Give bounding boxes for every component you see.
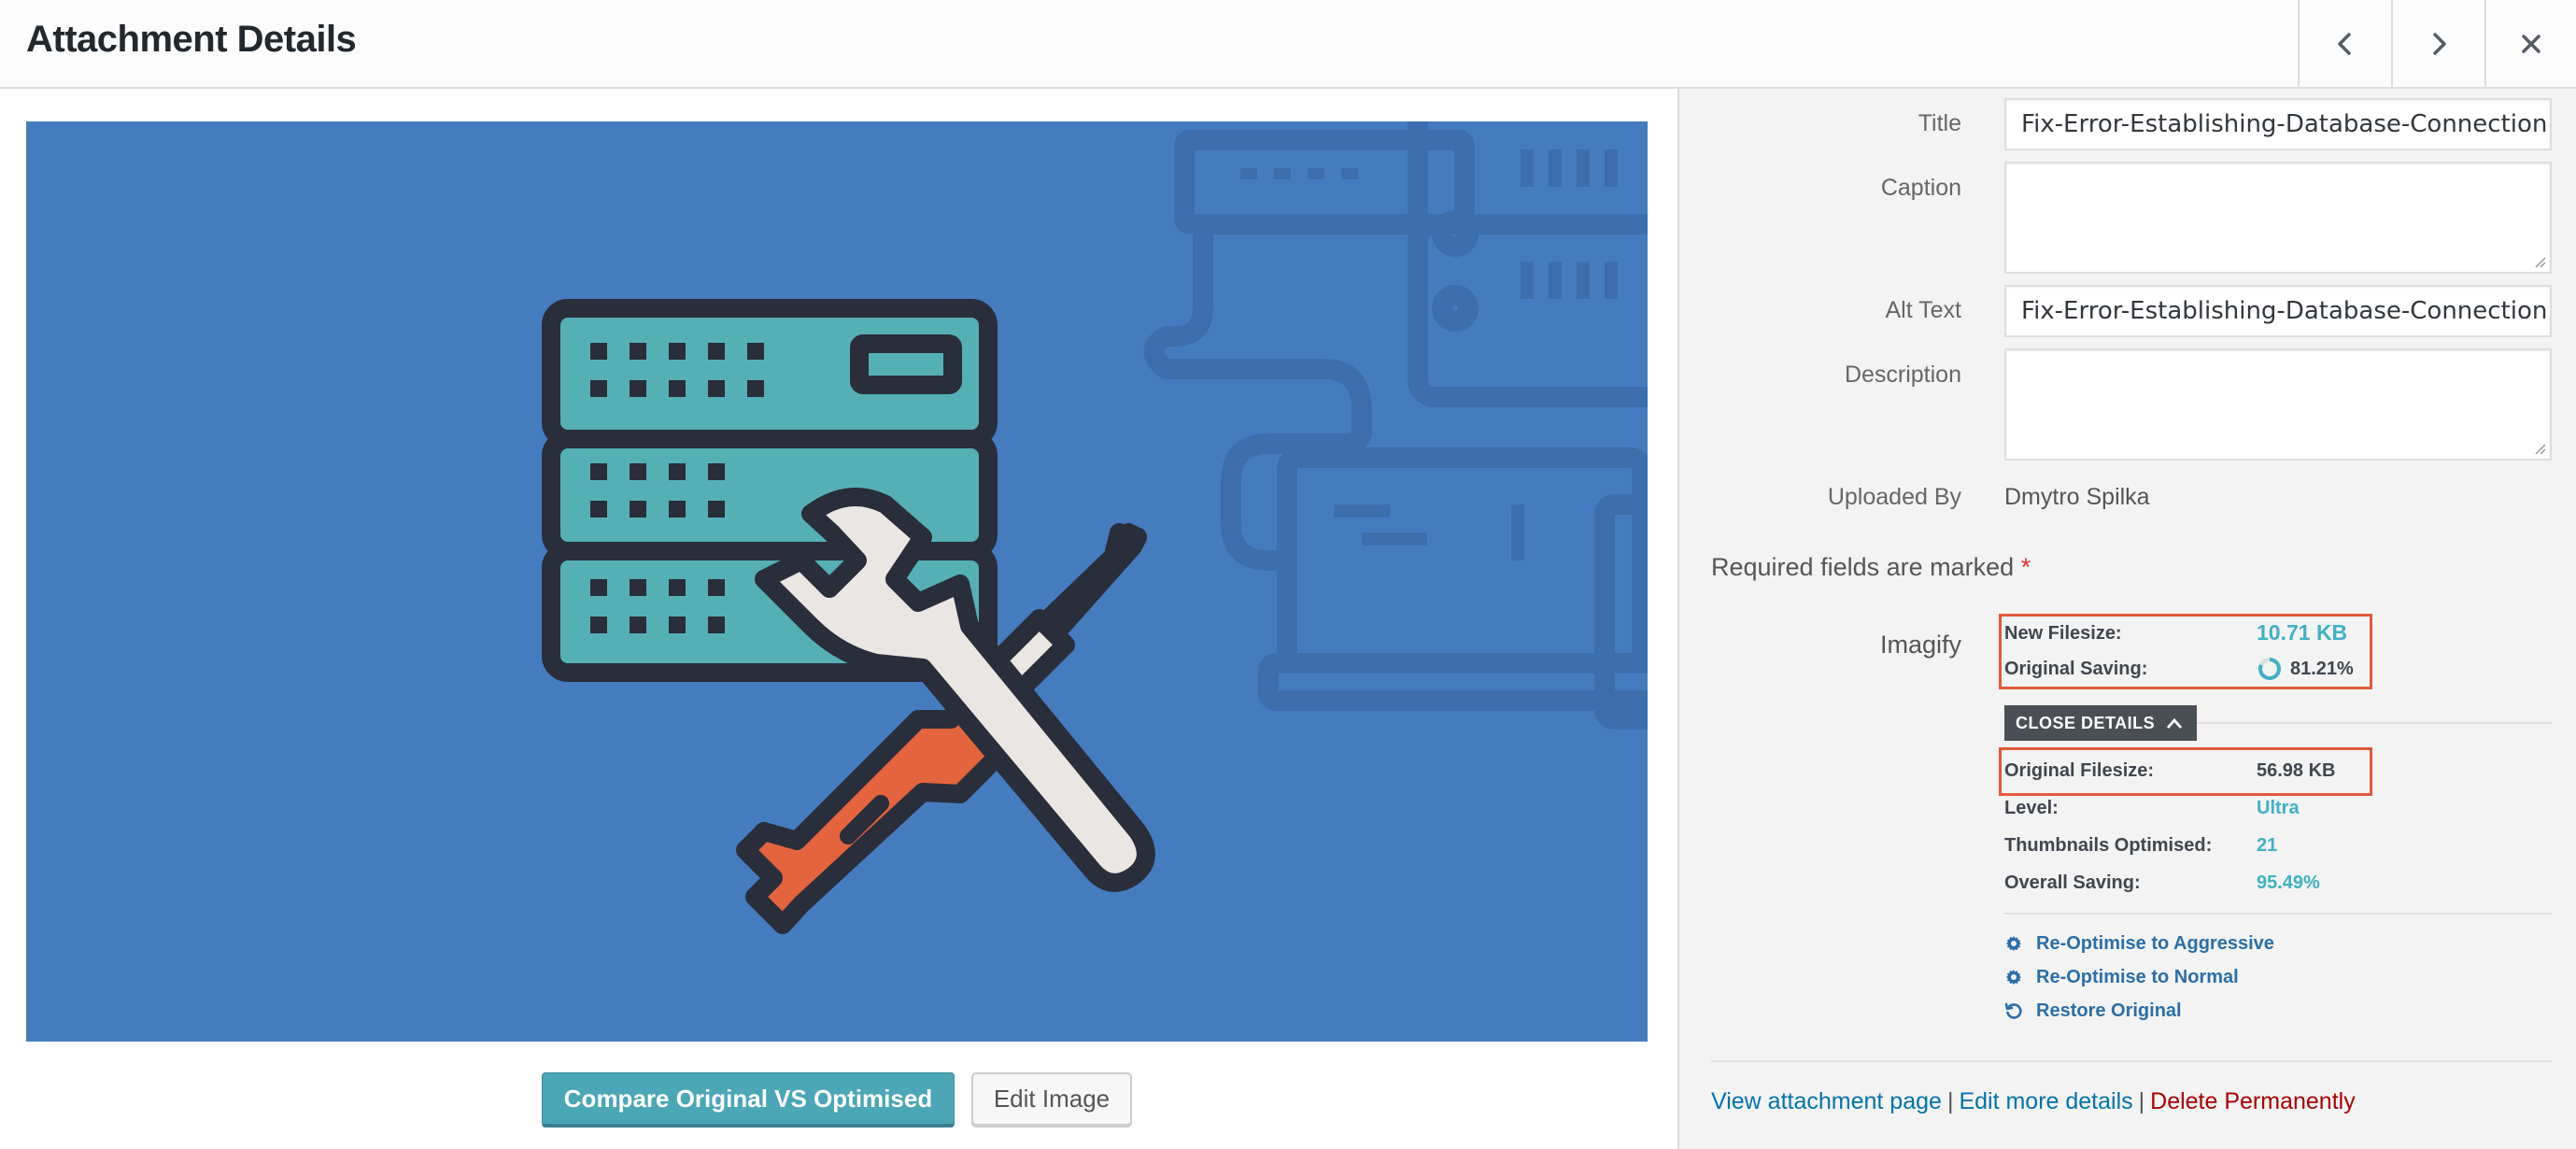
original-saving-value: 81.21%	[2290, 659, 2354, 679]
restore-original-link[interactable]: Restore Original	[2004, 995, 2182, 1027]
attachment-footer-links: View attachment page | Edit more details | D…	[1711, 1088, 2356, 1115]
close-details-button[interactable]: CLOSE DETAILS	[2004, 705, 2197, 741]
thumbnails-value: 21	[2257, 835, 2278, 856]
next-button[interactable]	[2391, 0, 2484, 87]
restore-original-label: Restore Original	[2036, 1000, 2182, 1021]
divider	[2004, 913, 2552, 915]
title-label: Title	[1918, 110, 1961, 136]
view-attachment-page-link[interactable]: View attachment page	[1711, 1088, 1942, 1114]
original-saving-label: Original Saving:	[2004, 659, 2148, 679]
required-star: *	[2020, 553, 2031, 581]
description-field[interactable]	[2004, 348, 2552, 461]
separator: |	[2138, 1088, 2145, 1114]
original-filesize-label: Original Filesize:	[2004, 760, 2155, 781]
modal-header: Attachment Details	[0, 0, 2576, 89]
restore-icon	[2004, 1002, 2022, 1019]
level-row: Level: Ultra	[2004, 792, 2397, 826]
original-filesize-row: Original Filesize: 56.98 KB	[2004, 755, 2397, 788]
gear-icon	[2006, 936, 2021, 951]
gear-icon	[2006, 970, 2021, 985]
saving-ring-icon	[2258, 658, 2281, 680]
original-filesize-value: 56.98 KB	[2257, 760, 2336, 781]
required-text: Required fields are marked	[1711, 553, 2015, 581]
overall-saving-label: Overall Saving:	[2004, 872, 2141, 893]
chevron-left-icon	[2338, 32, 2351, 55]
attachment-details-panel: Title Fix-Error-Establishing-Database-Co…	[1677, 89, 2576, 1149]
divider	[2197, 722, 2552, 724]
media-preview-panel: Compare Original VS Optimised Edit Image	[0, 89, 1677, 1149]
level-label: Level:	[2004, 798, 2059, 818]
reoptimise-aggressive-link[interactable]: Re-Optimise to Aggressive	[2004, 928, 2274, 959]
page-title: Attachment Details	[26, 19, 357, 60]
level-value: Ultra	[2257, 798, 2300, 818]
original-saving-row: Original Saving: 81.21%	[2004, 653, 2397, 687]
title-field[interactable]: Fix-Error-Establishing-Database-Connecti…	[2004, 98, 2552, 150]
edit-image-button[interactable]: Edit Image	[971, 1072, 1132, 1126]
previous-button[interactable]	[2298, 0, 2391, 87]
uploaded-by-label: Uploaded By	[1827, 484, 1961, 510]
compare-original-button[interactable]: Compare Original VS Optimised	[542, 1072, 955, 1128]
image-actions: Compare Original VS Optimised Edit Image	[0, 1072, 1677, 1132]
thumbnails-row: Thumbnails Optimised: 21	[2004, 830, 2397, 863]
required-fields-note: Required fields are marked *	[1711, 553, 2031, 582]
alt-text-field[interactable]: Fix-Error-Establishing-Database-Connecti…	[2004, 285, 2552, 337]
new-filesize-row: New Filesize: 10.71 KB	[2004, 617, 2397, 651]
uploaded-by-value: Dmytro Spilka	[2004, 484, 2150, 510]
close-icon	[2522, 34, 2541, 53]
edit-more-details-link[interactable]: Edit more details	[1959, 1088, 2132, 1114]
alt-text-label: Alt Text	[1885, 297, 1961, 323]
thumbnails-label: Thumbnails Optimised:	[2004, 835, 2213, 856]
close-details-label: CLOSE DETAILS	[2016, 713, 2156, 732]
overall-saving-row: Overall Saving: 95.49%	[2004, 867, 2397, 901]
delete-permanently-link[interactable]: Delete Permanently	[2150, 1088, 2356, 1114]
reoptimise-aggressive-label: Re-Optimise to Aggressive	[2036, 932, 2274, 954]
chevron-right-icon	[2433, 32, 2446, 55]
overall-saving-value: 95.49%	[2257, 872, 2320, 893]
separator: |	[1946, 1088, 1954, 1114]
new-filesize-value: 10.71 KB	[2257, 620, 2348, 645]
resize-handle-icon[interactable]	[2533, 442, 2546, 455]
resize-handle-icon[interactable]	[2533, 255, 2546, 268]
reoptimise-normal-label: Re-Optimise to Normal	[2036, 966, 2239, 987]
server-repair-illustration	[26, 121, 1648, 1042]
caption-field[interactable]	[2004, 162, 2552, 274]
divider	[1711, 1060, 2552, 1062]
attachment-image	[26, 121, 1648, 1042]
reoptimise-normal-link[interactable]: Re-Optimise to Normal	[2004, 961, 2239, 993]
imagify-label: Imagify	[1879, 631, 1961, 659]
new-filesize-label: New Filesize:	[2004, 623, 2122, 644]
close-button[interactable]	[2484, 0, 2576, 87]
caption-label: Caption	[1880, 175, 1961, 201]
chevron-up-icon	[2167, 717, 2183, 729]
description-label: Description	[1844, 362, 1961, 388]
